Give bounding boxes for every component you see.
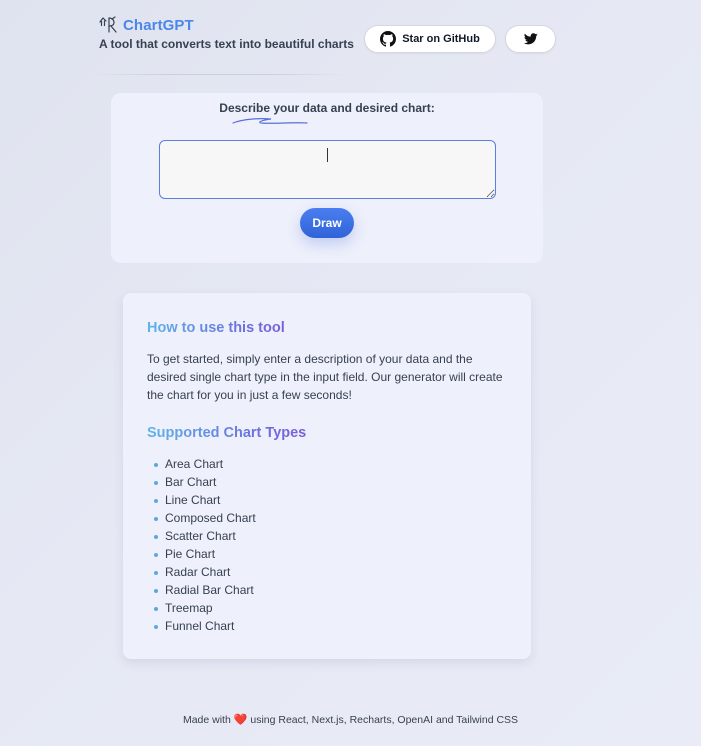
chart-type-label: Line Chart [165, 493, 221, 507]
bullet-dot [154, 480, 158, 485]
prompt-label: Describe your data and desired chart: [219, 101, 435, 115]
site-footer: Made with ❤️ using React, Next.js, Recha… [0, 713, 701, 726]
footer-suffix: using React, Next.js, Recharts, OpenAI a… [250, 714, 519, 726]
twitter-icon [523, 33, 538, 45]
list-item: Scatter Chart [147, 527, 256, 545]
chart-type-label: Radial Bar Chart [165, 583, 254, 597]
list-item: Funnel Chart [147, 617, 256, 635]
chart-type-label: Funnel Chart [165, 619, 235, 633]
chart-type-label: Scatter Chart [165, 529, 236, 543]
github-icon [380, 31, 397, 47]
chart-types-heading: Supported Chart Types [147, 425, 307, 441]
tagline: A tool that converts text into beautiful… [99, 37, 354, 51]
bullet-dot [154, 498, 158, 503]
github-star-label: Star on GitHub [402, 33, 480, 45]
chart-input-card: Describe your data and desired chart: Dr… [111, 93, 543, 263]
howto-body: To get started, simply enter a descripti… [147, 352, 503, 402]
chart-type-label: Treemap [165, 601, 213, 615]
label-underline-squiggle [232, 118, 308, 124]
heart-icon: ❤️ [233, 714, 248, 726]
bullet-dot [154, 570, 158, 575]
list-item: Pie Chart [147, 545, 256, 563]
list-item: Treemap [147, 599, 256, 617]
bullet-dot [154, 516, 158, 521]
twitter-button[interactable] [505, 25, 556, 53]
bullet-dot [154, 606, 158, 611]
brand-name: ChartGPT [123, 16, 194, 34]
chart-logo-icon [99, 16, 119, 34]
text-caret [327, 148, 328, 162]
chart-type-label: Pie Chart [165, 547, 216, 561]
header-divider [89, 74, 349, 75]
site-header: ChartGPT A tool that converts text into … [89, 14, 559, 75]
howto-heading: How to use this tool [147, 320, 285, 336]
chart-type-label: Composed Chart [165, 511, 256, 525]
bullet-dot [154, 624, 158, 629]
list-item: Line Chart [147, 491, 256, 509]
list-item: Radial Bar Chart [147, 581, 256, 599]
list-item: Area Chart [147, 455, 256, 473]
list-item: Radar Chart [147, 563, 256, 581]
footer-prefix: Made with [182, 714, 231, 726]
draw-button[interactable]: Draw [300, 208, 354, 238]
chart-type-label: Area Chart [165, 457, 224, 471]
bullet-dot [154, 588, 158, 593]
chart-types-list: Area Chart Bar Chart Line Chart Composed… [147, 455, 256, 635]
brand[interactable]: ChartGPT [99, 15, 194, 35]
github-star-button[interactable]: Star on GitHub [364, 25, 496, 53]
bullet-dot [154, 552, 158, 557]
chart-type-label: Radar Chart [165, 565, 231, 579]
chart-type-label: Bar Chart [165, 475, 217, 489]
bullet-dot [154, 534, 158, 539]
info-card: How to use this tool To get started, sim… [123, 293, 531, 659]
list-item: Composed Chart [147, 509, 256, 527]
list-item: Bar Chart [147, 473, 256, 491]
bullet-dot [154, 462, 158, 467]
